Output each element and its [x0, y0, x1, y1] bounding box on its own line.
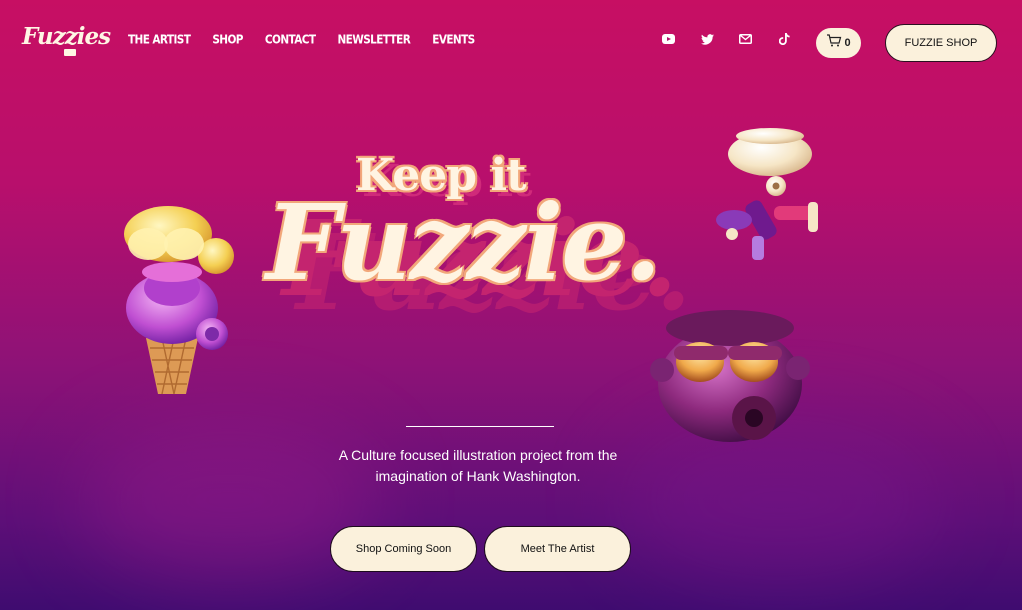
nav-item-newsletter[interactable]: NEWSLETTER: [337, 33, 410, 47]
hero-divider: [406, 426, 554, 427]
cart-button[interactable]: 0: [816, 28, 861, 58]
shop-coming-soon-button[interactable]: Shop Coming Soon: [330, 526, 477, 572]
floating-character-illustration: [716, 128, 818, 260]
ice-cream-character-illustration: [124, 206, 234, 395]
fuzzie-shop-button[interactable]: FUZZIE SHOP: [885, 24, 997, 62]
meet-the-artist-button[interactable]: Meet The Artist: [484, 526, 631, 572]
youtube-icon[interactable]: [660, 31, 676, 47]
site-header: Fuzzies THE ARTIST SHOP CONTACT NEWSLETT…: [0, 0, 1022, 84]
cart-count: 0: [844, 37, 851, 49]
fuzzies-logo[interactable]: Fuzzies: [22, 23, 111, 60]
main-nav: THE ARTIST SHOP CONTACT NEWSLETTER EVENT…: [128, 33, 497, 47]
round-character-illustration: [650, 310, 810, 442]
logo-text: Fuzzies: [22, 23, 111, 50]
hero-headline-large: Fuzzie.: [266, 181, 662, 304]
nav-item-events[interactable]: EVENTS: [432, 33, 475, 47]
hero-tagline: A Culture focused illustration project f…: [338, 447, 618, 484]
logo-badge: [64, 49, 76, 56]
background-glow: [620, 420, 940, 580]
nav-item-the-artist[interactable]: THE ARTIST: [128, 33, 191, 47]
tiktok-icon[interactable]: [776, 31, 792, 47]
nav-item-contact[interactable]: CONTACT: [265, 33, 316, 47]
cart-icon: [826, 34, 842, 52]
mail-icon[interactable]: [737, 31, 753, 47]
twitter-icon[interactable]: [699, 31, 715, 47]
nav-item-shop[interactable]: SHOP: [212, 33, 243, 47]
